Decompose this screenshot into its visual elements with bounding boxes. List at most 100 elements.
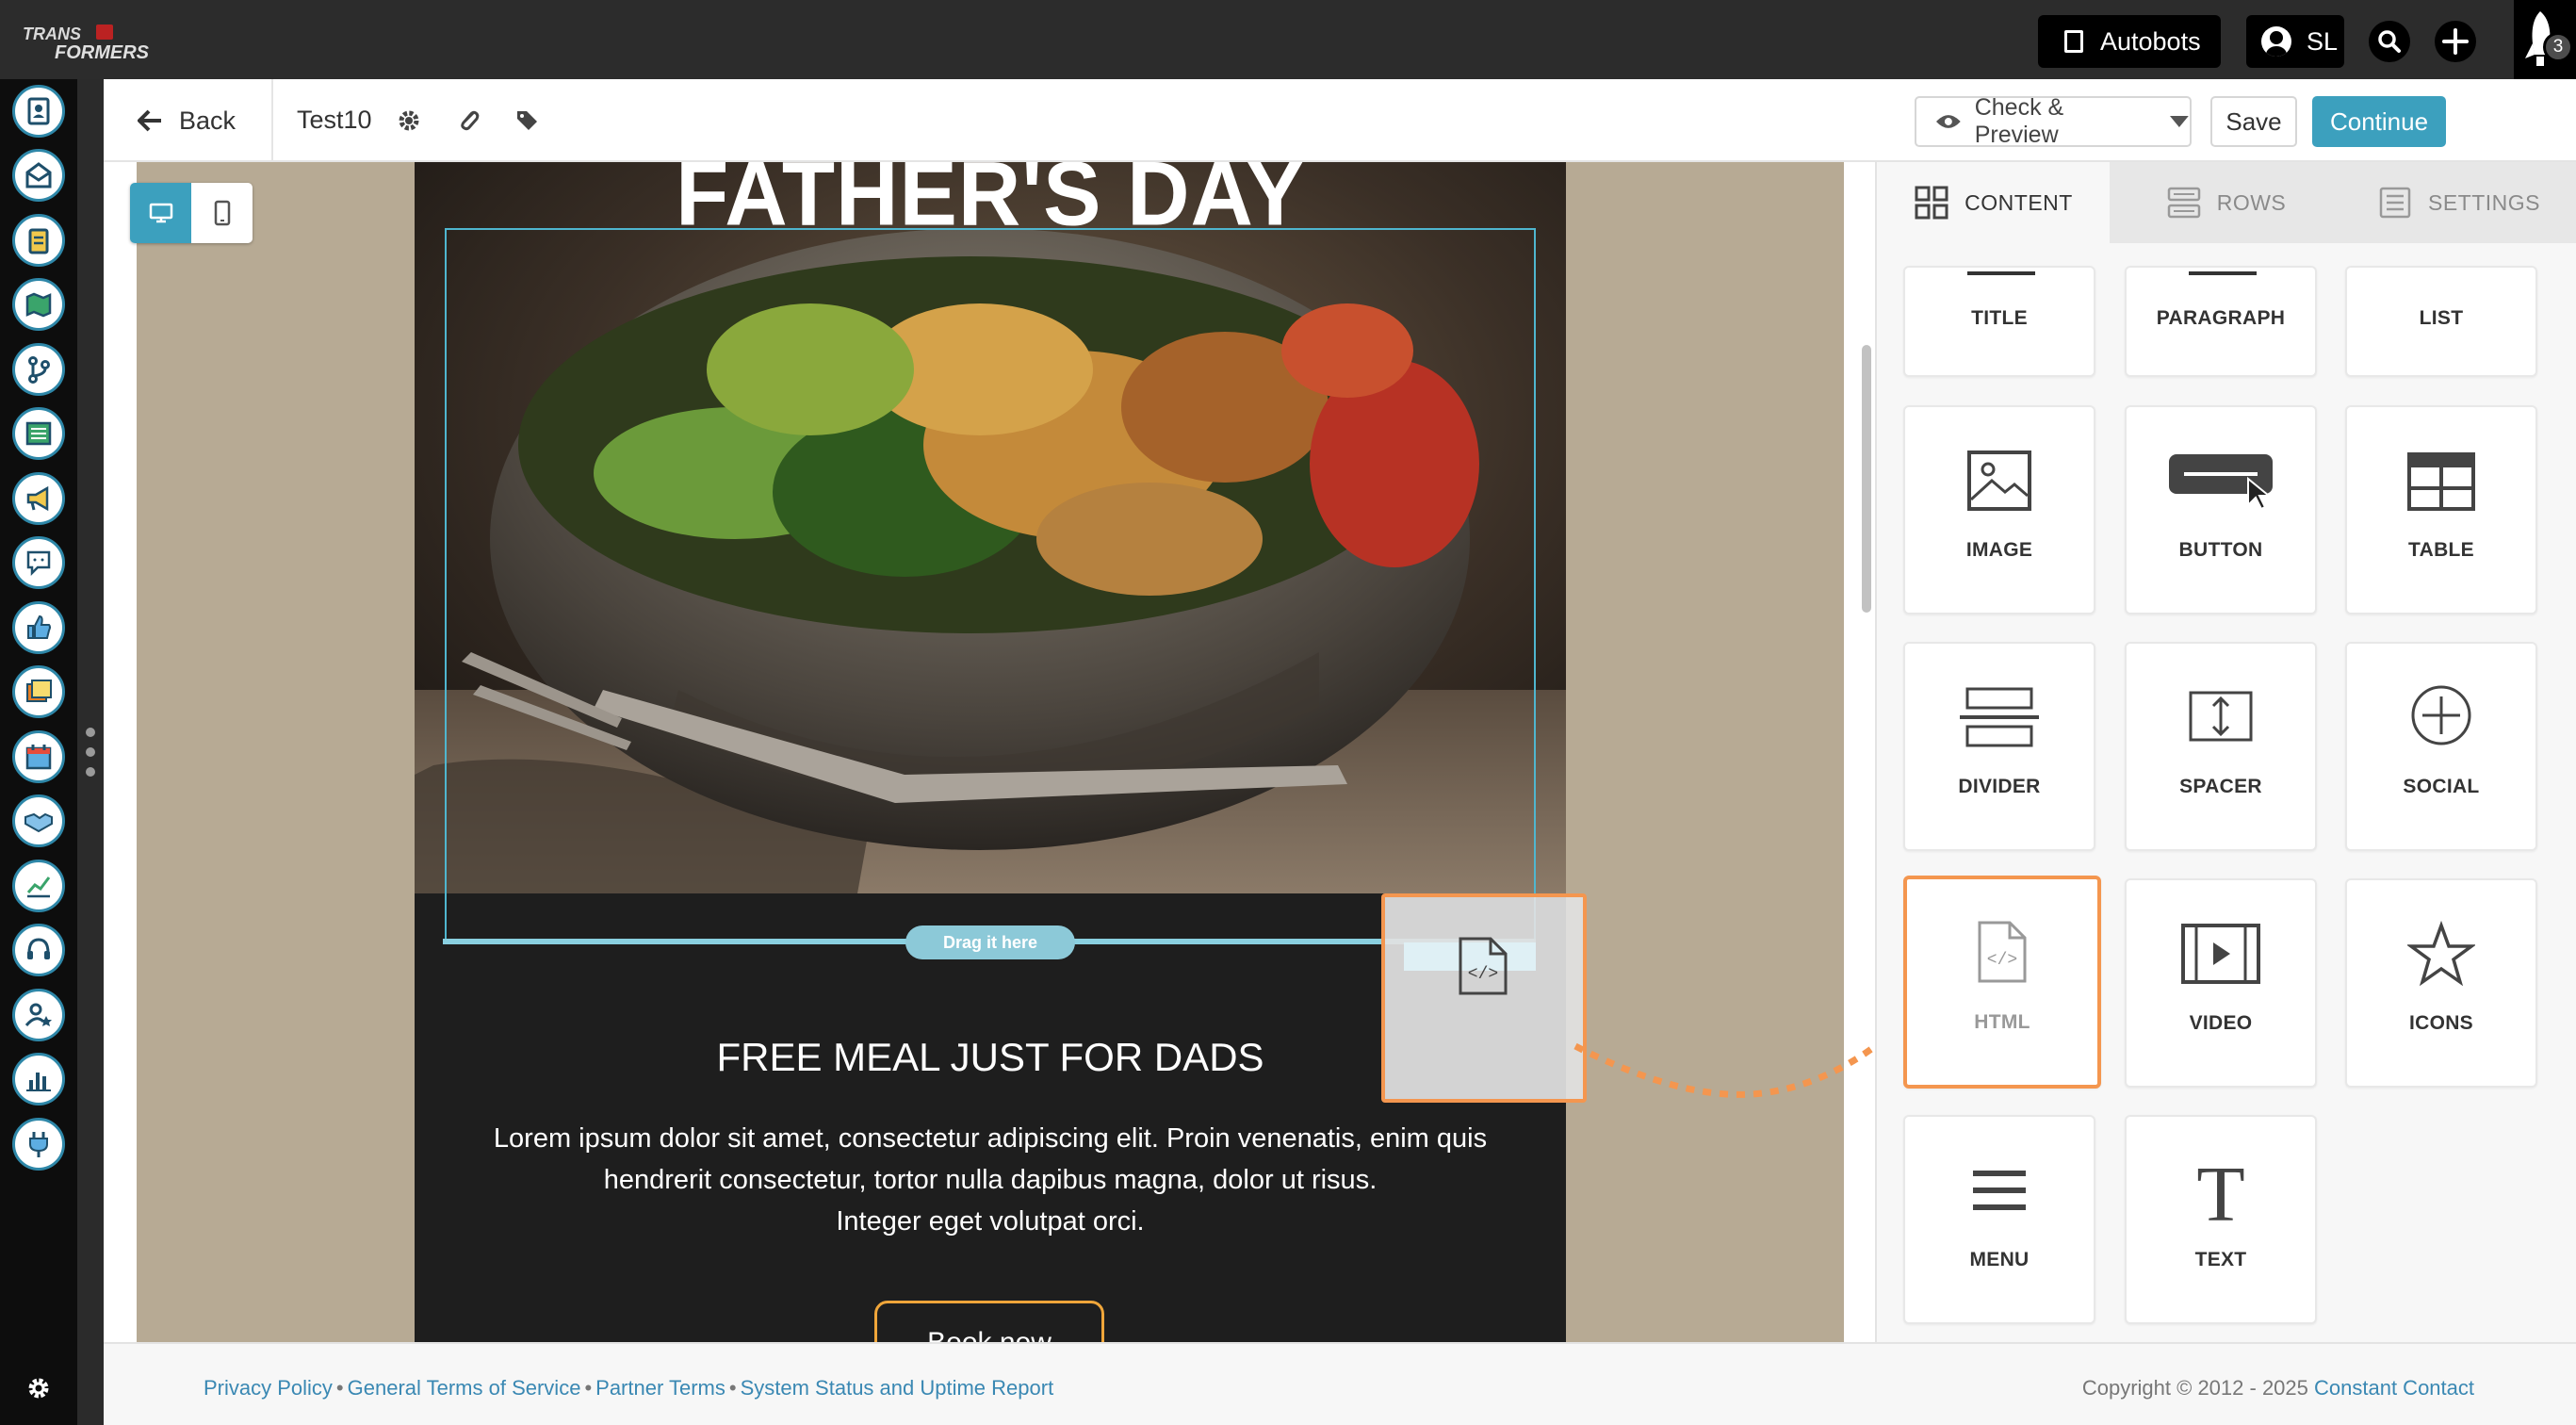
block-list[interactable]: LIST <box>2345 266 2537 377</box>
bullet-separator: • <box>728 1376 737 1400</box>
bullet-separator: • <box>335 1376 344 1400</box>
tab-content[interactable]: CONTENT <box>1877 162 2110 243</box>
integrations-nav-button[interactable] <box>12 1118 65 1171</box>
image-gallery-icon <box>26 680 52 702</box>
block-spacer[interactable]: SPACER <box>2125 642 2317 851</box>
drag-ghost-html-block[interactable] <box>1381 893 1587 1103</box>
block-button[interactable]: BUTTON <box>2125 405 2317 614</box>
spacer-icon <box>2189 691 2253 742</box>
panel-tabs: CONTENT ROWS SETTINGS <box>1877 162 2576 243</box>
block-menu[interactable]: MENU <box>1903 1115 2095 1324</box>
bullet-separator: • <box>584 1376 593 1400</box>
system-status-link[interactable]: System Status and Uptime Report <box>741 1376 1054 1400</box>
body-line: hendrerit consectetur, tortor nulla dapi… <box>603 1165 1378 1195</box>
users-nav-button[interactable] <box>12 989 65 1041</box>
search-button[interactable] <box>2369 21 2410 62</box>
paperclip-icon[interactable] <box>456 107 482 134</box>
back-label: Back <box>179 106 236 135</box>
thumbs-up-icon <box>27 614 51 639</box>
block-video[interactable]: VIDEO <box>2125 878 2317 1088</box>
chat-bubble-icon <box>26 550 51 577</box>
toolbar-divider <box>271 79 273 162</box>
check-preview-button[interactable]: Check & Preview <box>1915 94 2192 148</box>
html-file-icon: </> <box>1978 921 2027 983</box>
canvas-scrollbar[interactable] <box>1862 345 1871 613</box>
block-divider[interactable]: DIVIDER <box>1903 642 2095 851</box>
tab-label: CONTENT <box>1965 189 2073 215</box>
block-social[interactable]: SOCIAL <box>2345 642 2537 851</box>
headset-icon <box>27 938 50 959</box>
reviews-nav-button[interactable] <box>12 601 65 654</box>
user-menu-button[interactable]: SL <box>2246 15 2344 68</box>
analytics-nav-button[interactable] <box>12 860 65 912</box>
media-nav-button[interactable] <box>12 665 65 718</box>
block-table[interactable]: TABLE <box>2345 405 2537 614</box>
copyright-notice: Copyright © 2012 - 2025 Constant Contact <box>2082 1376 2474 1400</box>
reports-nav-button[interactable] <box>12 1053 65 1106</box>
save-button[interactable]: Save <box>2210 96 2297 147</box>
rail-drag-handle[interactable] <box>83 728 98 777</box>
image-icon <box>1967 450 2031 511</box>
avatar-icon <box>2261 26 2291 57</box>
mobile-view-button[interactable] <box>191 183 253 243</box>
paragraph-icon <box>2189 271 2257 275</box>
create-new-button[interactable] <box>2435 21 2476 62</box>
company-link[interactable]: Constant Contact <box>2314 1376 2474 1400</box>
svg-text:</>: </> <box>1468 965 1498 984</box>
notification-count-badge: 3 <box>2543 32 2573 62</box>
email-body-text[interactable]: Lorem ipsum dolor sit amet, consectetur … <box>471 1118 1509 1242</box>
campaigns-nav-button[interactable] <box>12 472 65 525</box>
lists-nav-button[interactable] <box>12 407 65 460</box>
tab-rows[interactable]: ROWS <box>2110 162 2342 243</box>
block-icons[interactable]: ICONS <box>2345 878 2537 1088</box>
video-film-icon <box>2181 924 2260 984</box>
calendar-nav-button[interactable] <box>12 730 65 783</box>
partner-terms-link[interactable]: Partner Terms <box>595 1376 726 1400</box>
trend-chart-icon <box>26 876 51 898</box>
back-button[interactable]: Back <box>138 100 236 141</box>
block-paragraph[interactable]: PARAGRAPH <box>2125 266 2317 377</box>
terms-of-service-link[interactable]: General Terms of Service <box>348 1376 581 1400</box>
settings-gear-icon[interactable] <box>26 1376 51 1400</box>
caret-down-icon <box>2170 116 2189 127</box>
forms-nav-button[interactable] <box>12 214 65 267</box>
map-icon <box>25 292 52 318</box>
block-label: ICONS <box>2408 1012 2473 1034</box>
drop-hint-pill: Drag it here <box>905 925 1075 959</box>
block-label: PARAGRAPH <box>2156 307 2286 329</box>
continue-button[interactable]: Continue <box>2312 96 2446 147</box>
body-line: Lorem ipsum dolor sit amet, consectetur … <box>493 1123 1488 1154</box>
block-html[interactable]: </> HTML <box>1903 876 2101 1089</box>
org-switcher[interactable]: Autobots <box>2038 15 2221 68</box>
body-line: Integer eget volutpat orci. <box>836 1206 1145 1237</box>
svg-text:FORMERS: FORMERS <box>55 42 150 62</box>
contacts-book-icon <box>27 97 50 125</box>
desktop-view-button[interactable] <box>130 183 191 243</box>
privacy-policy-link[interactable]: Privacy Policy <box>204 1376 333 1400</box>
brand-logo[interactable]: TRANS FORMERS <box>17 17 196 63</box>
document-title[interactable]: Test10 <box>297 106 372 135</box>
block-text[interactable]: T TEXT <box>2125 1115 2317 1324</box>
block-title[interactable]: TITLE <box>1903 266 2095 377</box>
top-navigation-bar: TRANS FORMERS Autobots SL <box>0 0 2576 79</box>
clipboard-icon <box>28 228 49 254</box>
block-label: TEXT <box>2194 1249 2247 1270</box>
contacts-nav-button[interactable] <box>12 85 65 138</box>
user-star-icon <box>24 1003 52 1026</box>
grid-icon <box>1915 186 1948 220</box>
block-label: HTML <box>1974 1011 2030 1033</box>
tab-settings[interactable]: SETTINGS <box>2342 162 2575 243</box>
block-image[interactable]: IMAGE <box>1903 405 2095 614</box>
email-nav-button[interactable] <box>12 149 65 202</box>
gear-icon[interactable] <box>396 107 422 134</box>
workflow-nav-button[interactable] <box>12 343 65 396</box>
tags-icon[interactable] <box>514 107 541 134</box>
footer-links: Privacy Policy • General Terms of Service •… <box>204 1376 1053 1400</box>
map-nav-button[interactable] <box>12 278 65 331</box>
block-label: DIVIDER <box>1958 776 2041 797</box>
search-icon <box>2378 30 2401 53</box>
chat-nav-button[interactable] <box>12 536 65 589</box>
support-nav-button[interactable] <box>12 924 65 976</box>
deals-nav-button[interactable] <box>12 794 65 847</box>
page-footer: Privacy Policy • General Terms of Service •… <box>104 1342 2576 1425</box>
